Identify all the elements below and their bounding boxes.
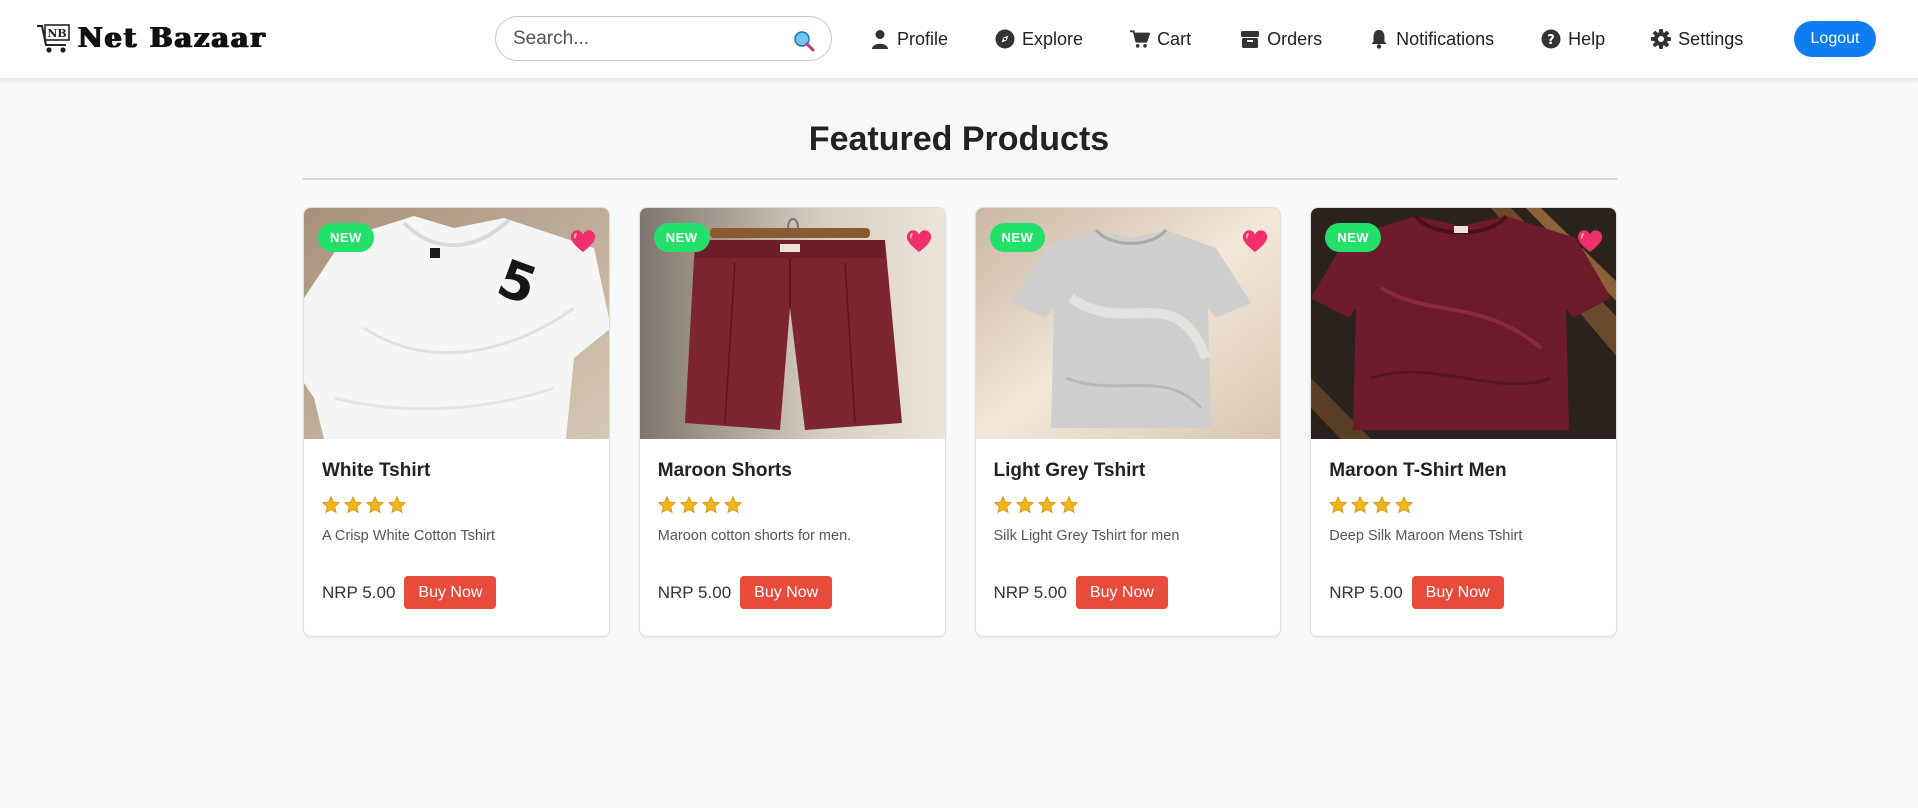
product-name[interactable]: Maroon T-Shirt Men — [1329, 460, 1598, 482]
product-price: NRP 5.00 — [993, 582, 1067, 602]
title-divider — [303, 178, 1617, 180]
nav-orders-label: Orders — [1267, 28, 1323, 49]
nav-settings[interactable]: Settings — [1651, 29, 1743, 50]
new-badge: NEW — [318, 223, 374, 252]
box-icon — [1241, 31, 1260, 48]
nav-cart-label: Cart — [1157, 28, 1192, 49]
star-icon — [993, 496, 1012, 514]
price-row: NRP 5.00 Buy Now — [1329, 576, 1504, 609]
nav-explore-label: Explore — [1022, 28, 1084, 49]
nav-profile[interactable]: Profile — [870, 29, 948, 50]
product-description: Maroon cotton shorts for men. — [657, 528, 852, 544]
heart-icon[interactable] — [570, 229, 596, 253]
product-description: Silk Light Grey Tshirt for men — [993, 528, 1180, 544]
search-icon[interactable] — [793, 30, 815, 52]
logo-text: NB — [47, 27, 66, 40]
nav-settings-label: Settings — [1678, 28, 1744, 49]
product-image-light-grey-tshirt[interactable]: NEW — [975, 208, 1281, 439]
heart-icon[interactable] — [1577, 229, 1603, 253]
nav-help[interactable]: ? Help — [1541, 29, 1605, 50]
star-icon — [366, 496, 384, 514]
card-body: Light Grey Tshirt Silk Light Grey Tshirt… — [993, 460, 1263, 544]
user-icon — [872, 30, 888, 49]
card-body: Maroon T-Shirt Men Deep Silk Maroon Mens… — [1329, 460, 1598, 544]
new-badge: NEW — [989, 223, 1046, 252]
nav-cart[interactable]: Cart — [1130, 29, 1191, 50]
cart-icon — [1130, 30, 1151, 48]
card-body: White Tshirt A Crisp White Cotton Tshirt — [322, 460, 591, 544]
star-icon — [1329, 496, 1348, 514]
card-body: Maroon Shorts Maroon cotton shorts for m… — [657, 460, 927, 544]
product-description: A Crisp White Cotton Tshirt — [322, 528, 495, 544]
product-price: NRP 5.00 — [657, 582, 732, 602]
price-row: NRP 5.00 Buy Now — [322, 576, 497, 609]
brand[interactable]: NB Net Bazaar — [36, 20, 267, 56]
bell-icon — [1371, 30, 1387, 49]
buy-now-button[interactable]: Buy Now — [1411, 576, 1504, 609]
product-card[interactable]: NEW Maroon Shorts Maroon cotton shorts f… — [638, 207, 946, 637]
star-icon — [388, 496, 406, 514]
product-image-maroon-shorts[interactable]: NEW — [639, 208, 945, 439]
page-title: Featured Products — [808, 120, 1110, 158]
star-icon — [723, 496, 742, 514]
star-icon — [1059, 496, 1078, 514]
rating-stars — [1329, 496, 1598, 514]
product-description: Deep Silk Maroon Mens Tshirt — [1329, 528, 1523, 544]
nav-help-label: Help — [1568, 28, 1606, 49]
product-price: NRP 5.00 — [322, 582, 396, 602]
new-badge: NEW — [653, 223, 710, 252]
star-icon — [679, 496, 698, 514]
product-image-white-tshirt[interactable]: 5 NEW — [304, 208, 609, 439]
product-image-maroon-tshirt[interactable]: NEW — [1311, 208, 1617, 439]
nav-notifications-label: Notifications — [1396, 28, 1495, 49]
buy-now-button[interactable]: Buy Now — [740, 576, 833, 609]
star-icon — [1373, 496, 1392, 514]
cart-logo-icon: NB — [37, 24, 70, 53]
logout-button[interactable]: Logout — [1794, 21, 1876, 57]
star-icon — [1037, 496, 1056, 514]
star-icon — [1395, 496, 1414, 514]
price-row: NRP 5.00 Buy Now — [994, 576, 1168, 609]
main-nav: Profile Explore Cart Orders Notification… — [870, 24, 1743, 54]
star-icon — [1351, 496, 1370, 514]
top-navbar: NB Net Bazaar Profile Explore Cart Order… — [0, 0, 1918, 79]
buy-now-button[interactable]: Buy Now — [1075, 576, 1168, 609]
rating-stars — [993, 496, 1263, 514]
rating-stars — [322, 496, 591, 514]
buy-now-button[interactable]: Buy Now — [404, 576, 497, 609]
star-icon — [322, 496, 340, 514]
nav-notifications[interactable]: Notifications — [1369, 29, 1494, 50]
question-icon: ? — [1541, 29, 1561, 49]
heart-icon[interactable] — [1242, 229, 1268, 253]
rating-stars — [657, 496, 927, 514]
star-icon — [657, 496, 676, 514]
svg-text:?: ? — [1547, 33, 1555, 48]
heart-icon[interactable] — [906, 229, 932, 253]
brand-name: Net Bazaar — [78, 22, 267, 54]
search-input[interactable] — [513, 27, 773, 50]
search-box — [495, 16, 832, 61]
compass-icon — [995, 29, 1015, 49]
price-row: NRP 5.00 Buy Now — [657, 576, 833, 609]
star-icon — [344, 496, 362, 514]
product-name[interactable]: White Tshirt — [322, 460, 591, 482]
gear-icon — [1651, 29, 1672, 49]
product-name[interactable]: Maroon Shorts — [658, 460, 927, 482]
product-card[interactable]: NEW Light Grey Tshirt Silk Light Grey Ts… — [974, 207, 1282, 637]
star-icon — [1015, 496, 1034, 514]
nav-profile-label: Profile — [897, 28, 949, 49]
product-price: NRP 5.00 — [1329, 582, 1403, 602]
nav-explore[interactable]: Explore — [995, 29, 1083, 50]
product-grid: 5 NEW White Tshirt A Crisp White Cotton … — [303, 207, 1617, 637]
product-name[interactable]: Light Grey Tshirt — [994, 460, 1263, 482]
product-card[interactable]: NEW Maroon T-Shirt Men Deep Silk Maroon … — [1310, 207, 1617, 637]
star-icon — [701, 496, 720, 514]
nav-orders[interactable]: Orders — [1240, 29, 1322, 50]
product-card[interactable]: 5 NEW White Tshirt A Crisp White Cotton … — [303, 207, 610, 637]
new-badge: NEW — [1325, 223, 1382, 252]
